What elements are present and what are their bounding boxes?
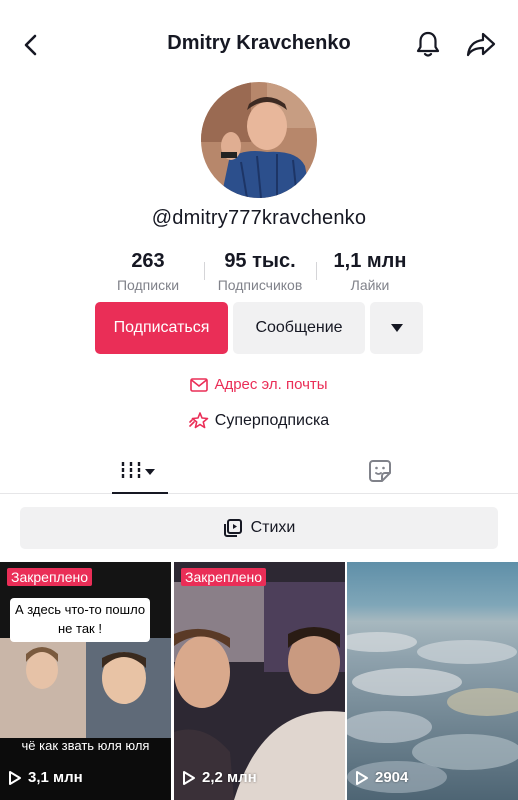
play-icon xyxy=(356,770,368,785)
superfollow-label: Суперподписка xyxy=(214,412,330,429)
superfollow-star-icon xyxy=(188,412,209,429)
grid-icon xyxy=(121,462,155,480)
video-caption: А здесь что-то пошло не так ! xyxy=(10,598,150,642)
content-tabs xyxy=(0,448,518,494)
notifications-button[interactable] xyxy=(412,28,444,60)
stat-likes[interactable]: 1,1 млн Лайки xyxy=(322,250,418,293)
caret-down-icon xyxy=(390,324,403,332)
view-count-value: 2,2 млн xyxy=(202,769,257,786)
email-link[interactable]: Адрес эл. почты xyxy=(0,376,518,393)
video-thumbnail xyxy=(347,562,518,800)
tab-active-underline xyxy=(112,492,168,494)
share-arrow-icon xyxy=(466,32,496,57)
bell-icon xyxy=(416,31,440,57)
stat-divider xyxy=(316,262,317,280)
play-icon xyxy=(183,770,195,785)
video-tile[interactable]: 2904 xyxy=(347,562,518,800)
video-thumbnail xyxy=(174,562,345,800)
stat-followers[interactable]: 95 тыс. Подписчиков xyxy=(208,250,312,293)
stat-likes-value: 1,1 млн xyxy=(333,250,407,272)
playlist-label: Стихи xyxy=(250,519,296,536)
top-bar: Dmitry Kravchenko xyxy=(0,0,518,90)
superfollow-link[interactable]: Суперподписка xyxy=(0,412,518,430)
stat-following[interactable]: 263 Подписки xyxy=(100,250,196,293)
view-count: 2,2 млн xyxy=(182,769,257,786)
avatar[interactable] xyxy=(201,82,317,198)
view-count-value: 3,1 млн xyxy=(28,769,83,786)
pinned-badge: Закреплено xyxy=(7,568,92,586)
stat-following-label: Подписки xyxy=(116,277,180,293)
view-count-value: 2904 xyxy=(375,769,409,786)
video-tile[interactable]: Закреплено А здесь что-то пошло не так !… xyxy=(0,562,171,800)
playlist-icon xyxy=(223,519,242,537)
video-tile[interactable]: Закреплено 2,2 млн xyxy=(174,562,345,800)
tab-stickers[interactable] xyxy=(360,448,400,494)
playlist-button[interactable]: Стихи xyxy=(20,507,498,549)
username: @dmitry777kravchenko xyxy=(151,207,367,229)
play-icon xyxy=(9,770,21,785)
email-link-label: Адрес эл. почты xyxy=(214,376,328,393)
stat-followers-value: 95 тыс. xyxy=(224,250,296,272)
sticker-icon xyxy=(369,460,391,482)
tab-videos[interactable] xyxy=(112,448,168,494)
video-subtitle: чё как звать юля юля xyxy=(21,738,150,753)
stat-followers-label: Подписчиков xyxy=(217,277,303,293)
stat-following-value: 263 xyxy=(131,250,165,272)
share-button[interactable] xyxy=(464,28,498,60)
stat-likes-label: Лайки xyxy=(350,277,390,293)
pinned-badge: Закреплено xyxy=(181,568,266,586)
follow-button[interactable]: Подписаться xyxy=(95,302,228,354)
more-options-button[interactable] xyxy=(370,302,423,354)
view-count: 2904 xyxy=(355,769,408,786)
video-grid: Закреплено А здесь что-то пошло не так !… xyxy=(0,562,518,800)
envelope-icon xyxy=(190,377,209,392)
message-button[interactable]: Сообщение xyxy=(233,302,365,354)
profile-stats: 263 Подписки 95 тыс. Подписчиков 1,1 млн… xyxy=(100,250,420,294)
stat-divider xyxy=(204,262,205,280)
view-count: 3,1 млн xyxy=(8,769,83,786)
